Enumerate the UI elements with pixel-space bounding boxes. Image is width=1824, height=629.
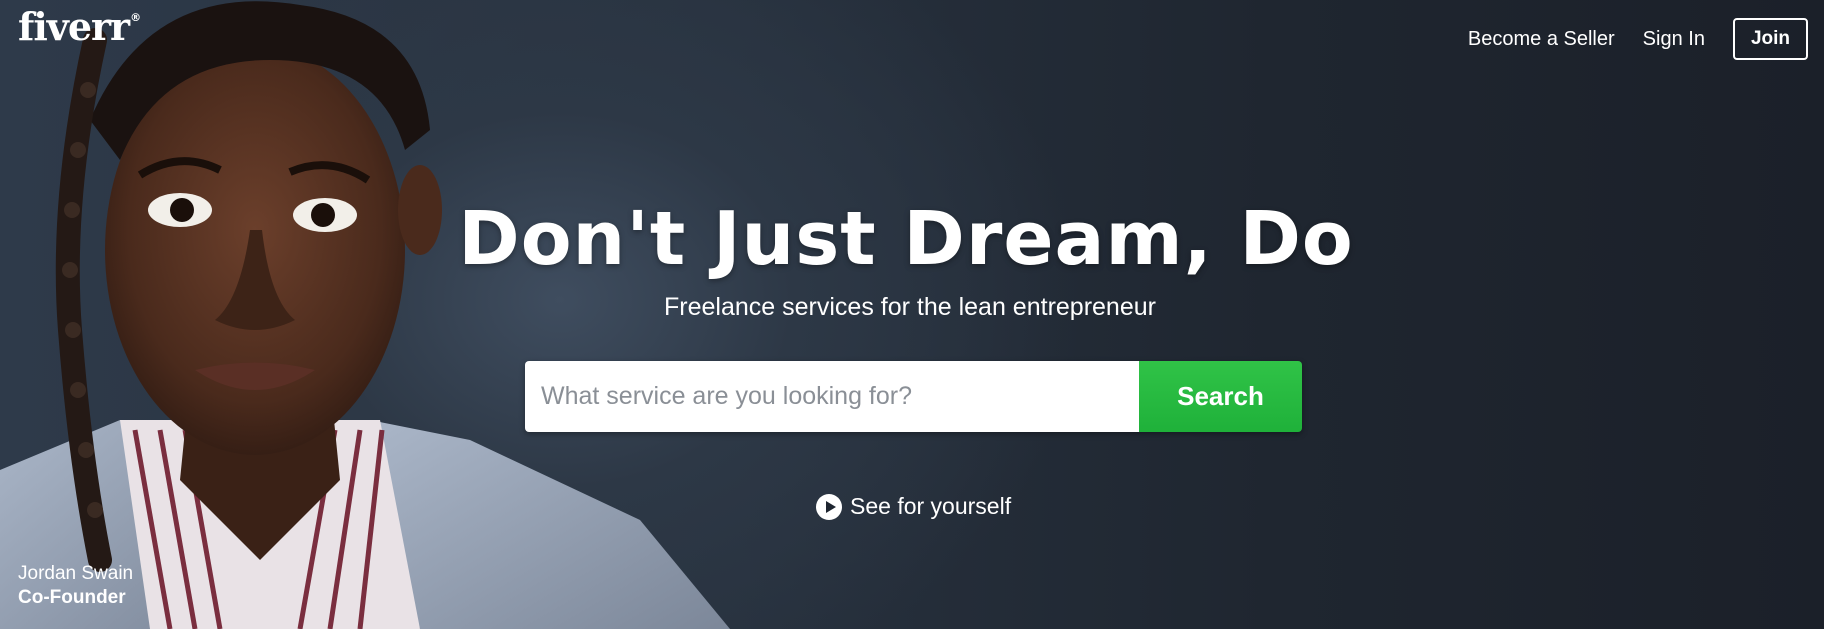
see-for-yourself-label: See for yourself — [850, 493, 1012, 519]
hero-subheadline: Freelance services for the lean entrepre… — [664, 293, 1156, 321]
sign-in-link[interactable]: Sign In — [1643, 28, 1705, 51]
logo-wordmark: fiverr — [18, 4, 130, 49]
see-for-yourself-link[interactable]: See for yourself — [816, 493, 1011, 520]
play-circle-icon — [816, 493, 842, 520]
search-bar: Search — [525, 361, 1302, 432]
join-button[interactable]: Join — [1732, 18, 1808, 60]
person-caption: Jordan Swain Co-Founder — [18, 562, 133, 610]
person-name: Jordan Swain — [18, 563, 134, 584]
search-input[interactable] — [525, 361, 1139, 432]
person-role: Co-Founder — [18, 587, 126, 608]
hero-banner: fiverr® Become a Seller Sign In Join Don… — [0, 0, 1824, 629]
fiverr-logo[interactable]: fiverr® — [18, 8, 141, 46]
become-seller-link[interactable]: Become a Seller — [1468, 28, 1615, 51]
search-button[interactable]: Search — [1139, 361, 1302, 432]
top-nav: Become a Seller Sign In Join — [1468, 18, 1808, 60]
registered-mark: ® — [130, 11, 141, 24]
